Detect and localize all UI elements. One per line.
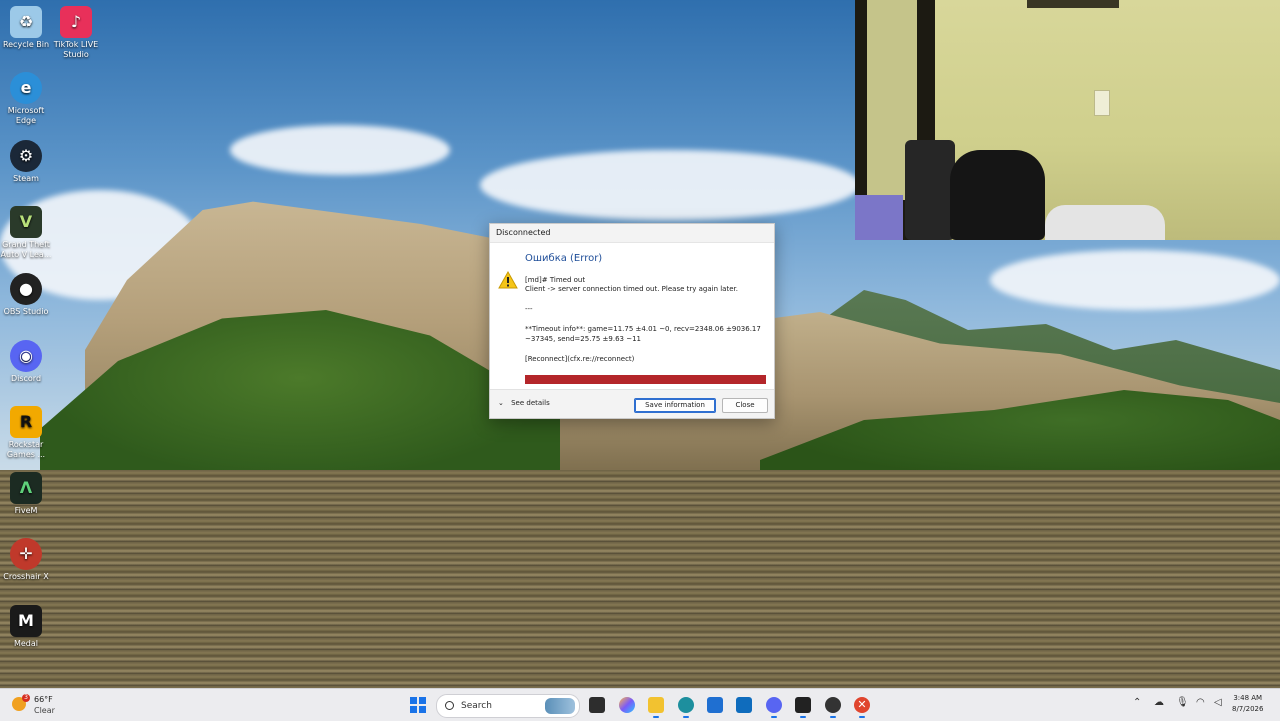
desktop-icons: ♻ Recycle Bin ♪ TikTok LIVE Studio e Mic… [0, 0, 100, 688]
folder-icon[interactable] [648, 697, 664, 713]
search-icon [445, 701, 454, 710]
desktop-icon-tiktok-live-studio[interactable]: ♪ TikTok LIVE Studio [50, 6, 102, 60]
file-explorer-icon[interactable] [589, 697, 605, 713]
taskbar-search[interactable]: Search [436, 694, 580, 718]
see-details-toggle[interactable]: ⌄ See details [498, 399, 550, 407]
desktop-icon-label: Discord [10, 374, 42, 383]
see-details-label: See details [511, 399, 550, 407]
start-button[interactable] [410, 697, 426, 713]
chevron-up-icon[interactable]: ⌃ [1133, 697, 1141, 708]
desktop-icon-label: Grand Theft Auto V Lea... [0, 240, 52, 259]
desktop-icon-obs-studio[interactable]: ● OBS Studio [0, 273, 52, 317]
disconnected-dialog: Disconnected Ошибка (Error) [md]# Timed … [489, 223, 775, 419]
webcam-object [1045, 205, 1165, 240]
wifi-icon[interactable]: ◠ [1196, 697, 1205, 708]
dialog-title: Disconnected [490, 224, 774, 243]
search-placeholder: Search [461, 701, 492, 711]
warning-icon [498, 271, 518, 289]
edge-icon[interactable] [678, 697, 694, 713]
desktop-icon-label: Crosshair X [3, 572, 49, 581]
running-indicator [653, 716, 659, 718]
weather-condition: Clear [34, 706, 55, 715]
desktop-icon-crosshair-x[interactable]: ✛ Crosshair X [0, 538, 52, 582]
dialog-footer: ⌄ See details Save information Close [490, 389, 774, 418]
dialog-heading: Ошибка (Error) [525, 253, 603, 264]
desktop-icon-recycle-bin[interactable]: ♻ Recycle Bin [0, 6, 52, 50]
save-information-button[interactable]: Save information [634, 398, 716, 413]
close-button[interactable]: Close [722, 398, 768, 413]
taskbar: 3 66°F Clear Search ✕ ⌃ ☁ 🎙 ◠ ◁ 3:48 AM … [0, 688, 1280, 721]
notification-badge: 3 [22, 694, 30, 702]
dialog-progress-bar [525, 375, 766, 384]
desktop-icon-label: Microsoft Edge [7, 106, 45, 125]
running-indicator [830, 716, 836, 718]
running-indicator [683, 716, 689, 718]
desktop-icon-edge[interactable]: e Microsoft Edge [0, 72, 52, 126]
webcam-shelf [1027, 0, 1119, 8]
wallpaper-cloud [990, 250, 1280, 310]
weather-widget[interactable]: 3 66°F Clear [10, 694, 70, 716]
store-icon[interactable] [707, 697, 723, 713]
dialog-line: **Timeout info**: game=11.75 ±4.01 ~0, r… [525, 325, 761, 333]
system-clock[interactable]: 3:48 AM 8/7/2026 [1232, 693, 1263, 715]
reconnect-link[interactable]: [Reconnect](cfx.re://reconnect) [525, 355, 634, 363]
microphone-icon[interactable]: 🎙 [1176, 697, 1189, 708]
chevron-down-icon: ⌄ [498, 399, 504, 407]
tiktok-icon: ♪ [60, 6, 92, 38]
discord-icon[interactable] [766, 697, 782, 713]
desktop-icon-label: TikTok LIVE Studio [53, 40, 99, 59]
network-icon[interactable]: ☁ [1154, 697, 1164, 708]
fivem-icon: Λ [10, 472, 42, 504]
desktop-icon-steam[interactable]: ⚙ Steam [0, 140, 52, 184]
desktop-icon-label: Medal [13, 639, 39, 648]
desktop-icon-label: OBS Studio [3, 307, 49, 316]
desktop-icon-rockstar[interactable]: R Rockstar Games ... [0, 406, 52, 460]
running-indicator [859, 716, 865, 718]
desktop-icon-label: FiveM [14, 506, 38, 515]
rockstar-icon: R [10, 406, 42, 438]
webcam-overlay [855, 0, 1280, 240]
desktop-icon-label: Rockstar Games ... [6, 440, 46, 459]
gta-v-icon: V [10, 206, 42, 238]
desktop-icon-label: Recycle Bin [2, 40, 50, 49]
fivem-error-icon[interactable]: ✕ [854, 697, 870, 713]
desktop-icon-medal[interactable]: M Medal [0, 605, 52, 649]
wallpaper-water [0, 470, 1280, 688]
desktop-icon-fivem[interactable]: Λ FiveM [0, 472, 52, 516]
dialog-line: ~37345, send=25.75 ±9.63 ~11 [525, 335, 641, 343]
webcam-speaker [905, 140, 955, 240]
dialog-body: Ошибка (Error) [md]# Timed out Client ->… [490, 243, 774, 389]
volume-icon[interactable]: ◁ [1214, 697, 1222, 708]
windows-logo-icon [410, 697, 417, 704]
steam-icon: ⚙ [10, 140, 42, 172]
webcam-chair [950, 150, 1045, 240]
edge-icon: e [10, 72, 42, 104]
webcam-outlet [1094, 90, 1110, 116]
search-highlight-image [545, 698, 575, 714]
clock-date: 8/7/2026 [1232, 705, 1264, 713]
outlook-icon[interactable] [736, 697, 752, 713]
dialog-line: [md]# Timed out [525, 276, 586, 284]
webcam-object [855, 195, 903, 240]
weather-temperature: 66°F [34, 695, 53, 704]
discord-icon: ◉ [10, 340, 42, 372]
copilot-icon[interactable] [619, 697, 635, 713]
obs-icon: ● [10, 273, 42, 305]
desktop-icon-discord[interactable]: ◉ Discord [0, 340, 52, 384]
desktop-icon-gta-v[interactable]: V Grand Theft Auto V Lea... [0, 206, 52, 260]
dialog-line: --- [525, 305, 533, 313]
wallpaper-cloud [480, 150, 860, 220]
medal-icon: M [10, 605, 42, 637]
recycle-bin-icon: ♻ [10, 6, 42, 38]
dialog-line: Client -> server connection timed out. P… [525, 285, 738, 293]
wallpaper-cloud [230, 125, 450, 175]
medal-icon[interactable] [795, 697, 811, 713]
crosshair-icon: ✛ [10, 538, 42, 570]
obs-icon[interactable] [825, 697, 841, 713]
desktop-icon-label: Steam [13, 174, 39, 183]
clock-time: 3:48 AM [1233, 694, 1263, 702]
running-indicator [800, 716, 806, 718]
running-indicator [771, 716, 777, 718]
